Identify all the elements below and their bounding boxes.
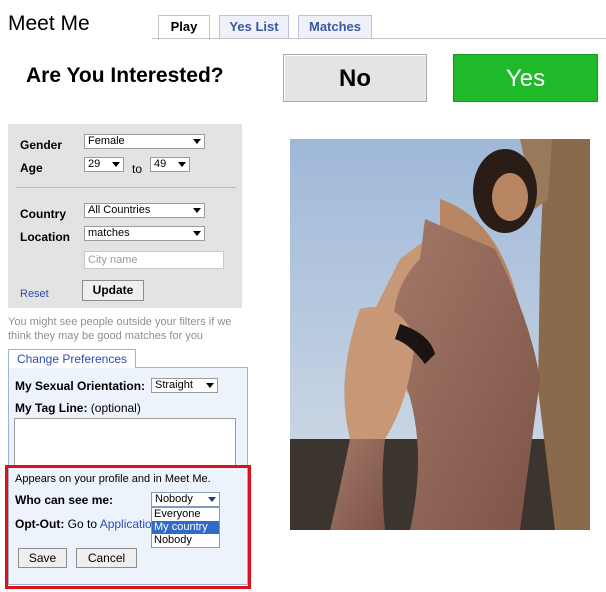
country-select[interactable]: All Countries	[84, 203, 205, 218]
country-label: Country	[20, 207, 66, 221]
app-title: Meet Me	[8, 12, 90, 35]
chevron-down-icon	[193, 139, 201, 144]
tab-play[interactable]: Play	[158, 15, 210, 40]
reset-link[interactable]: Reset	[20, 288, 49, 300]
tab-matches[interactable]: Matches	[298, 15, 372, 39]
orientation-value: Straight	[155, 379, 193, 391]
interest-question: Are You Interested?	[26, 64, 224, 87]
filter-note: You might see people outside your filter…	[8, 316, 232, 342]
filter-divider	[16, 187, 236, 188]
age-from-value: 29	[88, 158, 101, 170]
city-input[interactable]: City name	[84, 251, 224, 269]
tagline-label-row: My Tag Line: (optional)	[15, 401, 141, 415]
location-label: Location	[20, 230, 70, 244]
orientation-select[interactable]: Straight	[151, 378, 218, 393]
orientation-label: My Sexual Orientation:	[15, 379, 146, 393]
age-from-select[interactable]: 29	[84, 157, 124, 172]
tagline-label: My Tag Line:	[15, 401, 88, 415]
location-select[interactable]: matches	[84, 226, 205, 241]
chevron-down-icon	[178, 162, 186, 167]
tab-change-preferences[interactable]: Change Preferences	[8, 349, 136, 368]
chevron-down-icon	[206, 383, 214, 388]
chevron-down-icon	[193, 208, 201, 213]
age-to-select[interactable]: 49	[150, 157, 190, 172]
highlight-box	[5, 465, 251, 589]
no-button[interactable]: No	[283, 54, 427, 102]
chevron-down-icon	[112, 162, 120, 167]
age-to-value: 49	[154, 158, 167, 170]
country-value: All Countries	[88, 204, 151, 216]
tab-yes-list[interactable]: Yes List	[219, 15, 289, 39]
gender-label: Gender	[20, 138, 63, 152]
age-label: Age	[20, 161, 43, 175]
gender-value: Female	[88, 135, 125, 147]
tab-bar-divider	[152, 38, 606, 39]
gender-select[interactable]: Female	[84, 134, 205, 149]
yes-button[interactable]: Yes	[453, 54, 598, 102]
location-value: matches	[88, 227, 130, 239]
update-button[interactable]: Update	[82, 280, 144, 301]
age-to-label: to	[132, 162, 143, 176]
tagline-textarea[interactable]	[14, 418, 236, 468]
profile-photo[interactable]	[290, 139, 590, 530]
chevron-down-icon	[193, 231, 201, 236]
tagline-optional: (optional)	[90, 401, 141, 415]
